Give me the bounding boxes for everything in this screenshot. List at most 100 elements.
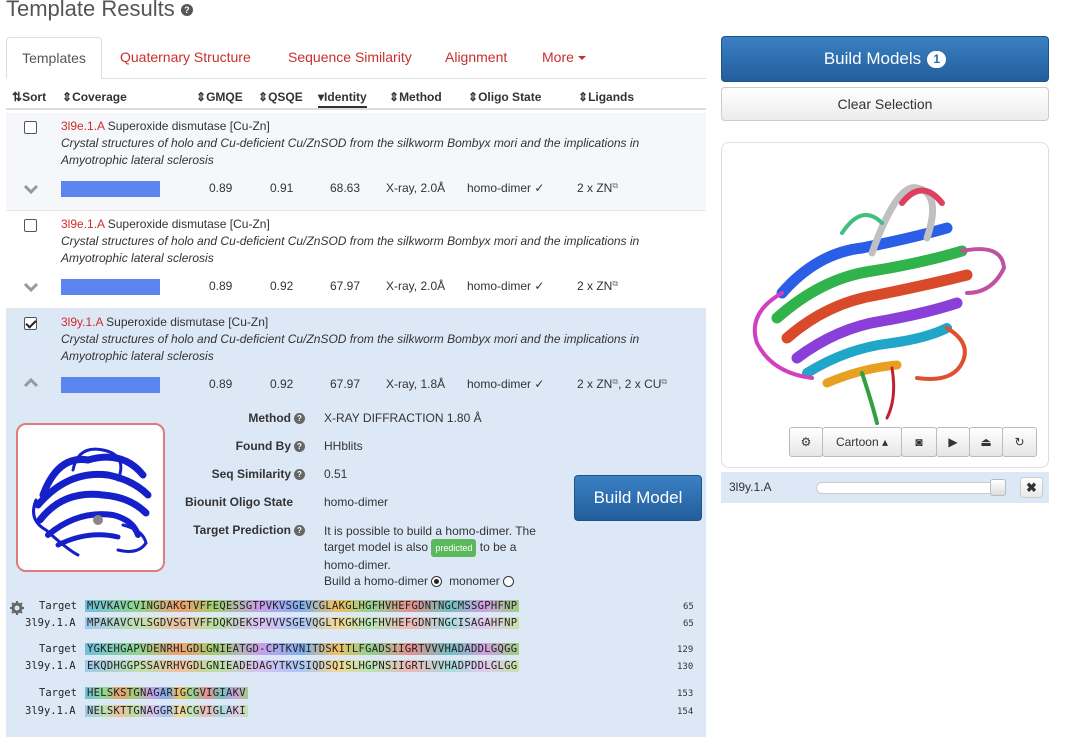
coverage-bar [61,279,160,295]
structure-viewer[interactable] [721,142,1049,468]
close-button[interactable]: ✖ [1020,477,1043,498]
tab-sequence-similarity[interactable]: Sequence Similarity [288,37,412,79]
target-prediction-text: It is possible to build a homo-dimer. Th… [324,524,536,588]
help-icon[interactable]: ? [180,4,193,17]
eject-button[interactable]: ⏏ [969,427,1003,457]
slider-label: 3l9y.1.A [729,480,772,494]
template-name: 3l9e.1.A Superoxide dismutase [Cu-Zn] [61,217,270,231]
camera-button[interactable]: ◙ [901,427,937,457]
chevron-down-icon[interactable] [23,281,39,293]
caret-up-icon: ▴ [882,435,889,449]
caret-down-icon [577,56,586,61]
ligands-value[interactable]: 2 x ZN⧉ [577,279,618,293]
target-sequence: YGKEHGAPVDENRHLGDLGNIEATGD-CPTKVNITDSKIT… [85,643,520,655]
tab-quaternary-structure[interactable]: Quaternary Structure [120,37,251,79]
row-checkbox[interactable] [24,121,37,134]
identity-value: 67.97 [330,279,361,293]
row-checkbox[interactable] [24,219,37,232]
target-label: Target [39,687,77,699]
target-end-number: 153 [677,689,694,699]
table-row[interactable]: 3l9e.1.A Superoxide dismutase [Cu-Zn] Cr… [6,113,706,210]
table-header: ⇅Sort ⇕Coverage ⇕GMQE ⇕QSQE ▾Identity ⇕M… [6,88,706,110]
found-by-label: Found By? [155,439,305,453]
alignment-panel: Target MVVKAVCVINGDAKGTVFFEQESSGTPVKVSGE… [6,595,706,737]
tab-bar: Templates Quaternary Structure Sequence … [6,37,706,79]
close-icon: ✖ [1026,480,1037,495]
biounit-oligo-value: homo-dimer [324,495,389,509]
page-title: Template Results ? [6,0,193,22]
method-header[interactable]: ⇕Method [389,90,442,104]
protein-structure-image [32,447,152,557]
template-sequence: NELSKTTGNAGGRIACGVIGLAKI [85,705,248,717]
method-value: X-ray, 2.0Å [386,279,446,293]
template-label: 3l9y.1.A [25,617,76,629]
qsqe-value: 0.92 [270,377,294,391]
row-checkbox[interactable] [24,317,37,330]
gmqe-value: 0.89 [209,377,233,391]
predicted-badge: predicted [431,539,477,557]
sort-header[interactable]: ⇅Sort [12,90,46,104]
template-sequence: MPAKAVCVLSGDVSGTVFFDQKDEKSPVVVSGEVQGLTKG… [85,617,520,629]
help-icon[interactable]: ? [294,441,305,453]
build-model-button[interactable]: Build Model [574,475,702,521]
method-value: X-ray, 2.0Å [386,181,446,195]
target-end-number: 65 [683,602,694,612]
ligands-value[interactable]: 2 x ZN⧉ [577,181,618,195]
target-prediction-label: Target Prediction? [155,523,305,537]
camera-icon: ◙ [915,435,923,449]
method-label: Method? [155,411,305,425]
play-button[interactable]: ▶ [936,427,970,457]
settings-button[interactable]: ⚙ [789,427,823,457]
chevron-down-icon[interactable] [23,183,39,195]
slider-handle[interactable] [990,479,1006,496]
build-models-button[interactable]: Build Models 1 [721,36,1049,82]
template-name: 3l9e.1.A Superoxide dismutase [Cu-Zn] [61,119,270,133]
play-icon: ▶ [948,435,958,449]
help-icon[interactable]: ? [294,413,305,425]
oligo-value: homo-dimer ✓ [467,279,545,293]
chevron-up-icon[interactable] [23,377,39,389]
external-link-icon: ⧉ [612,279,619,288]
protein-3d-structure[interactable] [722,143,1048,428]
qsqe-value: 0.92 [270,279,294,293]
homo-dimer-radio[interactable] [431,576,443,588]
found-by-value: HHblits [324,439,363,453]
identity-value: 68.63 [330,181,361,195]
gear-icon[interactable] [10,601,24,615]
help-icon[interactable]: ? [294,525,305,537]
target-end-number: 129 [677,645,694,655]
template-label: 3l9y.1.A [25,705,76,717]
coverage-bar [61,181,160,197]
seq-similarity-label: Seq Similarity? [155,467,305,481]
template-label: 3l9y.1.A [25,660,76,672]
template-name: 3l9y.1.A Superoxide dismutase [Cu-Zn] [61,315,269,329]
tab-more[interactable]: More [542,37,586,79]
gmqe-header[interactable]: ⇕GMQE [196,90,243,104]
template-description: Crystal structures of holo and Cu-defici… [61,332,640,363]
template-end-number: 65 [683,619,694,629]
identity-value: 67.97 [330,377,361,391]
gmqe-value: 0.89 [209,279,233,293]
monomer-radio[interactable] [503,576,515,588]
opacity-slider[interactable] [816,482,1006,494]
ligands-header[interactable]: ⇕Ligands [578,90,634,104]
qsqe-value: 0.91 [270,181,294,195]
tab-templates[interactable]: Templates [6,37,102,79]
biounit-oligo-label: Biounit Oligo State [185,495,293,509]
oligo-header[interactable]: ⇕Oligo State [468,90,541,104]
refresh-button[interactable]: ↻ [1002,427,1037,457]
method-value: X-ray, 1.8Å [386,377,446,391]
table-row[interactable]: 3l9e.1.A Superoxide dismutase [Cu-Zn] Cr… [6,210,706,307]
qsqe-header[interactable]: ⇕QSQE [258,90,303,104]
ligands-value[interactable]: 2 x ZN⧉, 2 x CU⧉ [577,377,667,391]
cartoon-dropdown[interactable]: Cartoon ▴ [822,427,902,457]
clear-selection-button[interactable]: Clear Selection [721,87,1049,121]
help-icon[interactable]: ? [294,469,305,481]
target-sequence: MVVKAVCVINGDAKGTVFFEQESSGTPVKVSGEVCGLAKG… [85,600,520,612]
target-sequence: HELSKSTGNAGARIGCGVIGIAKV [85,687,248,699]
coverage-header[interactable]: ⇕Coverage [62,90,127,104]
oligo-value: homo-dimer ✓ [467,377,545,391]
identity-header[interactable]: ▾Identity [318,90,367,108]
eject-icon: ⏏ [980,435,992,449]
tab-alignment[interactable]: Alignment [445,37,507,79]
